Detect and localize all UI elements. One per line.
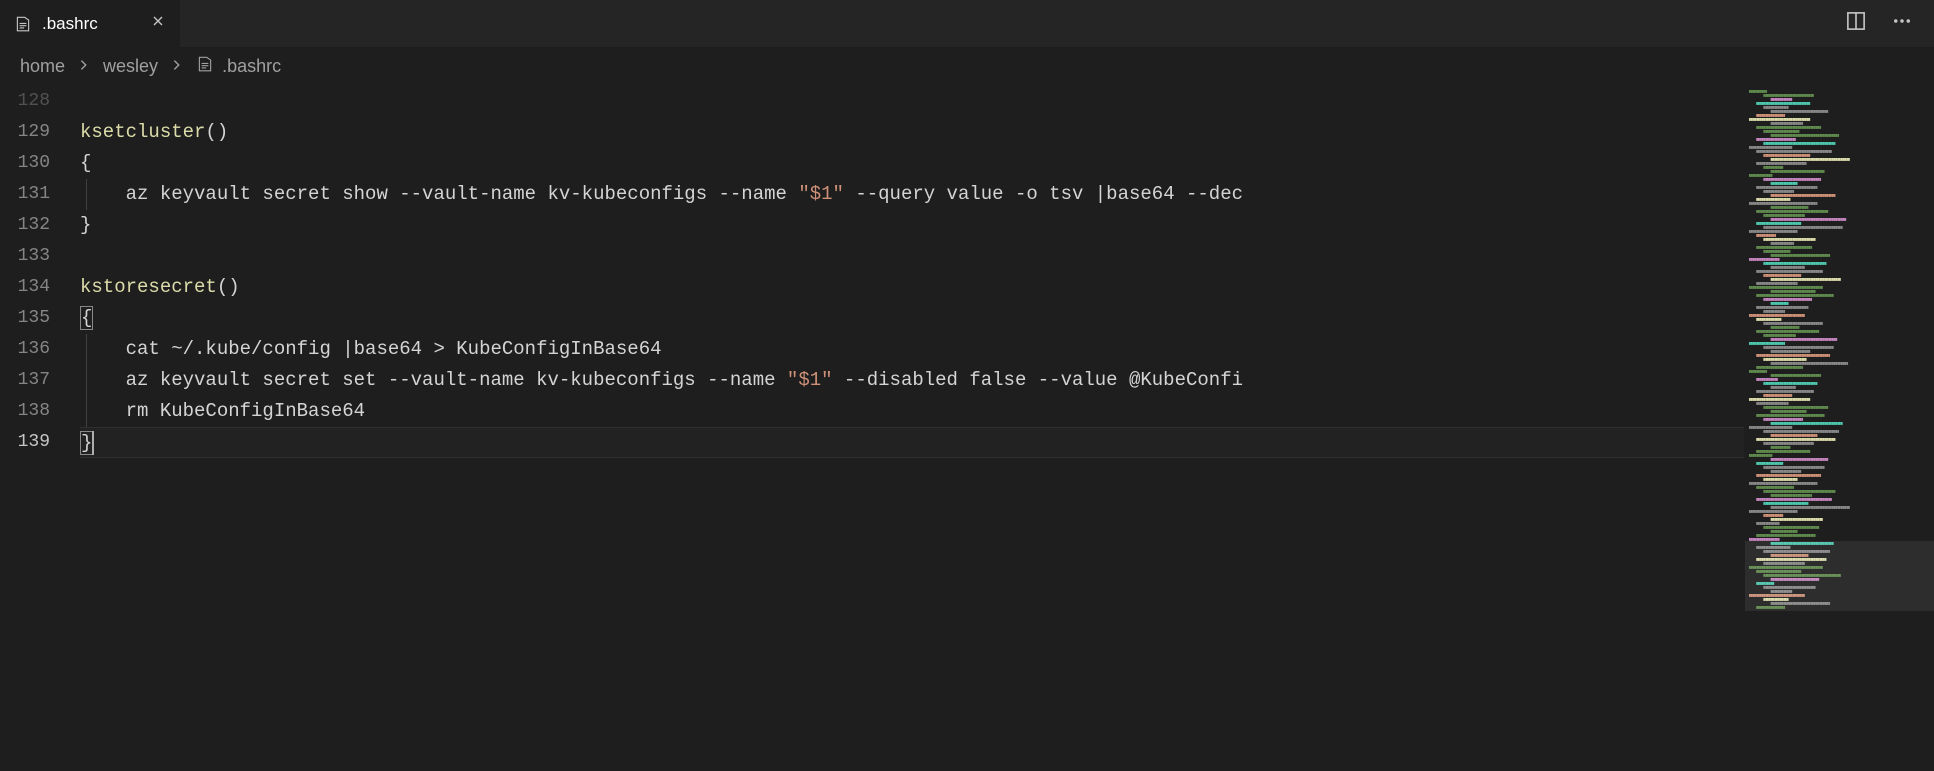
split-editor-icon[interactable]	[1846, 11, 1866, 37]
code-line[interactable]	[80, 241, 1744, 272]
line-number: 131	[0, 179, 80, 210]
chevron-right-icon	[77, 56, 91, 77]
more-actions-icon[interactable]	[1892, 11, 1912, 37]
line-number: 139	[0, 427, 80, 458]
code-line[interactable]: az keyvault secret set --vault-name kv-k…	[80, 365, 1744, 396]
chevron-right-icon	[170, 56, 184, 77]
line-number: 129	[0, 117, 80, 148]
code-editor[interactable]: ksetcluster(){ az keyvault secret show -…	[80, 84, 1744, 771]
breadcrumb-segment[interactable]: home	[20, 56, 65, 77]
line-number: 128	[0, 86, 80, 117]
breadcrumb-segment[interactable]: .bashrc	[196, 55, 281, 78]
file-icon	[14, 15, 32, 33]
minimap[interactable]: ██████████ ████████████████████████████ …	[1744, 84, 1934, 771]
code-line[interactable]: }	[80, 210, 1744, 241]
tab-filename: .bashrc	[42, 14, 98, 34]
line-number: 132	[0, 210, 80, 241]
code-line[interactable]: }	[80, 427, 1744, 458]
line-number: 137	[0, 365, 80, 396]
code-line[interactable]: az keyvault secret show --vault-name kv-…	[80, 179, 1744, 210]
code-line[interactable]	[80, 86, 1744, 117]
breadcrumbs[interactable]: home wesley .bashrc	[0, 48, 1934, 84]
line-number: 138	[0, 396, 80, 427]
code-line[interactable]: {	[80, 148, 1744, 179]
minimap-content: ██████████ ████████████████████████████ …	[1745, 84, 1934, 616]
text-cursor	[92, 431, 94, 455]
code-line[interactable]: {	[80, 303, 1744, 334]
line-number: 135	[0, 303, 80, 334]
breadcrumb-segment[interactable]: wesley	[103, 56, 158, 77]
tab-bashrc[interactable]: .bashrc	[0, 0, 180, 47]
editor-area: 128129130131132133134135136137138139 kse…	[0, 84, 1934, 771]
code-line[interactable]: kstoresecret()	[80, 272, 1744, 303]
editor-actions	[1846, 0, 1934, 47]
code-line[interactable]: cat ~/.kube/config |base64 > KubeConfigI…	[80, 334, 1744, 365]
line-number: 130	[0, 148, 80, 179]
file-icon	[196, 55, 214, 78]
close-icon[interactable]	[150, 13, 166, 34]
line-number-gutter[interactable]: 128129130131132133134135136137138139	[0, 84, 80, 771]
line-number: 133	[0, 241, 80, 272]
line-number: 136	[0, 334, 80, 365]
minimap-viewport[interactable]	[1745, 541, 1934, 611]
code-line[interactable]: rm KubeConfigInBase64	[80, 396, 1744, 427]
line-number: 134	[0, 272, 80, 303]
tabs-bar: .bashrc	[0, 0, 1934, 48]
code-line[interactable]: ksetcluster()	[80, 117, 1744, 148]
